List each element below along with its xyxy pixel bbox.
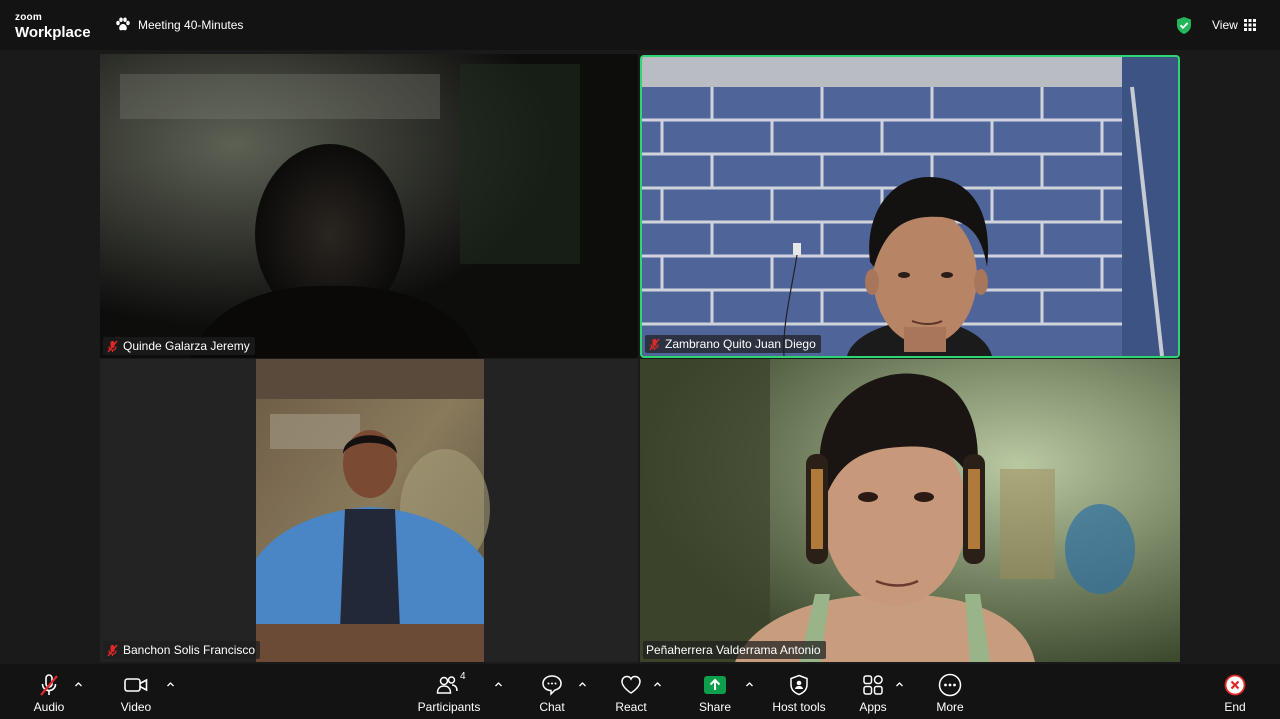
react-options-chevron-up-icon[interactable]: [653, 680, 662, 689]
video-tile-4[interactable]: Peñaherrera Valderrama Antonio: [640, 359, 1180, 662]
video-tile-3[interactable]: Banchon Solis Francisco: [100, 359, 638, 662]
chat-icon: [542, 675, 562, 696]
grid-icon: [1243, 19, 1256, 31]
participant-count: 4: [460, 671, 466, 682]
participant-name-tag: Zambrano Quito Juan Diego: [645, 335, 821, 353]
participant-video: [100, 54, 638, 358]
chat-button[interactable]: Chat: [537, 672, 567, 713]
more-label: More: [936, 700, 964, 714]
mic-muted-icon: [107, 340, 118, 352]
video-button[interactable]: Video: [118, 672, 154, 713]
chat-options-chevron-up-icon[interactable]: [578, 680, 587, 689]
apps-icon: [863, 675, 883, 695]
zoom-logo: zoom Workplace: [15, 12, 91, 41]
view-label: View: [1212, 18, 1238, 32]
heart-icon: [621, 675, 641, 694]
brand-top-text: zoom: [15, 12, 42, 23]
apps-button[interactable]: Apps: [857, 672, 889, 713]
apps-options-chevron-up-icon[interactable]: [895, 680, 904, 689]
view-button[interactable]: View: [1212, 18, 1256, 32]
share-screen-icon: [704, 676, 726, 694]
more-icon: [938, 673, 962, 697]
participant-name-tag: Peñaherrera Valderrama Antonio: [643, 641, 826, 659]
camera-icon: [124, 678, 148, 692]
shield-icon: [790, 674, 808, 696]
participant-name: Banchon Solis Francisco: [123, 643, 256, 657]
participant-video: [640, 359, 1180, 662]
participant-name-tag: Quinde Galarza Jeremy: [103, 337, 255, 355]
participant-name: Peñaherrera Valderrama Antonio: [646, 643, 821, 657]
audio-button[interactable]: Audio: [33, 672, 65, 713]
video-gallery: Quinde Galarza Jeremy Zambrano Quito Jua…: [0, 50, 1280, 664]
participant-name: Quinde Galarza Jeremy: [123, 339, 250, 353]
share-button[interactable]: Share: [699, 672, 731, 713]
more-button[interactable]: More: [934, 672, 966, 713]
video-tile-1[interactable]: Quinde Galarza Jeremy: [100, 54, 638, 358]
meeting-title: Meeting 40-Minutes: [138, 17, 244, 32]
mic-muted-icon: [107, 644, 118, 656]
participants-button[interactable]: 4 Participants: [417, 671, 481, 714]
mic-muted-icon: [649, 338, 660, 350]
participant-video: [642, 57, 1178, 356]
participant-video: [100, 359, 638, 662]
share-options-chevron-up-icon[interactable]: [745, 680, 754, 689]
paw-icon: [116, 17, 130, 31]
participant-name: Zambrano Quito Juan Diego: [665, 337, 816, 351]
audio-label: Audio: [33, 700, 65, 714]
react-button[interactable]: React: [615, 672, 647, 713]
video-tile-2-active-speaker[interactable]: Zambrano Quito Juan Diego: [640, 55, 1180, 358]
audio-options-chevron-up-icon[interactable]: [74, 680, 83, 689]
host-tools-label: Host tools: [772, 700, 826, 714]
react-label: React: [615, 700, 647, 714]
chat-label: Chat: [539, 700, 565, 714]
mic-muted-icon: [40, 674, 58, 696]
participants-options-chevron-up-icon[interactable]: [494, 680, 503, 689]
share-label: Share: [698, 700, 732, 714]
participants-label: Participants: [417, 700, 481, 714]
end-call-icon: [1224, 674, 1246, 696]
meeting-controls-bar: Audio Video 4 Participants Chat React Sh…: [0, 664, 1280, 719]
participants-icon: [436, 676, 458, 694]
end-label: End: [1224, 700, 1246, 714]
brand-bottom-text: Workplace: [15, 24, 91, 41]
participant-name-tag: Banchon Solis Francisco: [103, 641, 261, 659]
encryption-shield-icon[interactable]: [1175, 16, 1193, 35]
end-meeting-button[interactable]: End: [1221, 672, 1249, 713]
video-label: Video: [120, 700, 152, 714]
host-tools-button[interactable]: Host tools: [771, 672, 827, 713]
video-options-chevron-up-icon[interactable]: [166, 680, 175, 689]
apps-label: Apps: [859, 700, 887, 714]
top-bar: zoom Workplace Meeting 40-Minutes View: [0, 0, 1280, 50]
meeting-info[interactable]: Meeting 40-Minutes: [115, 17, 243, 32]
